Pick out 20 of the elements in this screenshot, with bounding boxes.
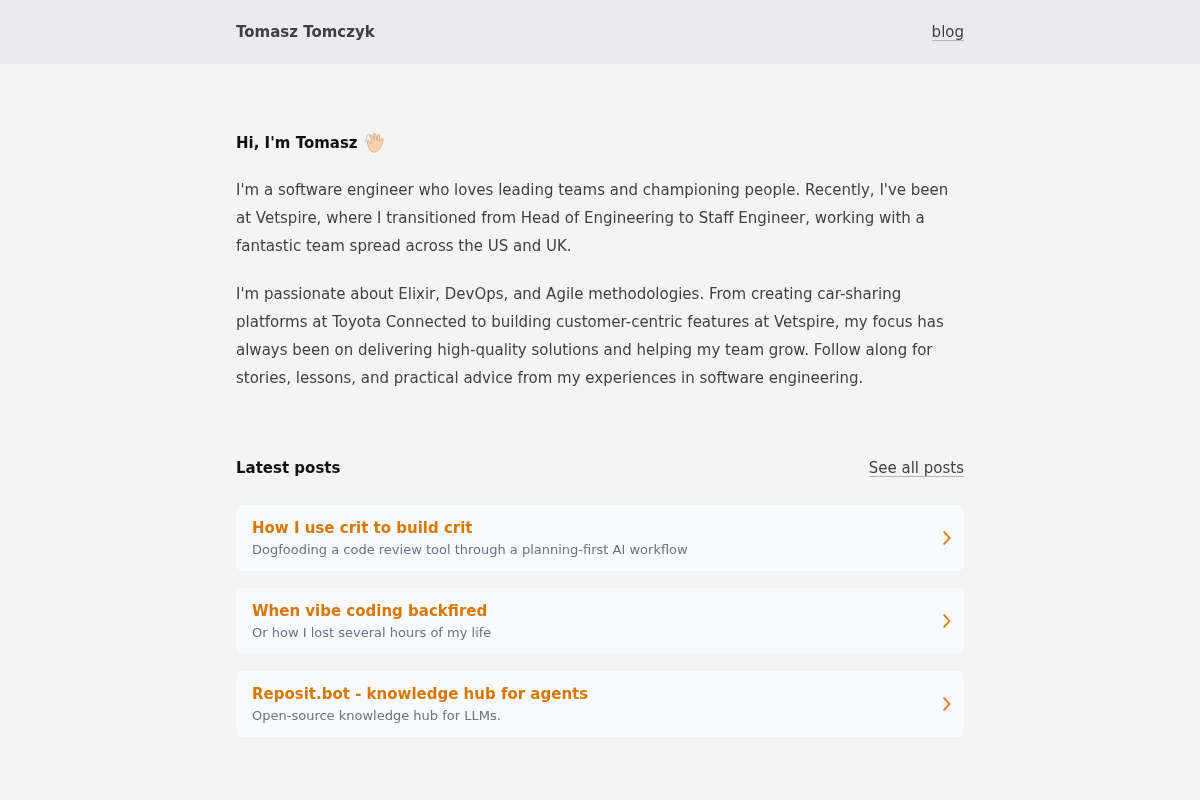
greeting-heading: Hi, I'm Tomasz bbox=[236, 133, 358, 154]
nav-link[interactable]: blog bbox=[931, 23, 964, 41]
post-title: How I use crit to build crit bbox=[252, 518, 473, 539]
intro-paragraph: I'm passionate about Elixir, DevOps, and Agile methodologies. From creating car-sharing platforms at Toyota Connected to building customer-centric features at Vetspire, my focus has always been on delivering high-quality solutions and helping my team grow. Follow along for stories, lessons, and practical advice from my experiences in software engineering. bbox=[236, 284, 945, 389]
chevron-right-icon bbox=[943, 614, 951, 628]
post-summary: Open-source knowledge hub for LLMs. bbox=[252, 707, 501, 725]
post-summary: Dogfooding a code review tool through a planning-first AI workflow bbox=[252, 541, 688, 559]
waving-hand-icon bbox=[363, 132, 386, 154]
intro-paragraph: I'm a software engineer who loves leading teams and championing people. Recently, I've been at Vetspire, where I transitioned from Head of Engineering to Staff Engineer, working with a fantastic team spread across the US and UK. bbox=[236, 180, 950, 257]
site-name-link[interactable]: Tomasz Tomczyk bbox=[236, 23, 375, 41]
post-summary: Or how I lost several hours of my life bbox=[252, 624, 492, 642]
post-title: When vibe coding backfired bbox=[252, 601, 488, 622]
see-all-posts-link[interactable]: See all posts bbox=[868, 459, 964, 477]
post-card[interactable]: When vibe coding backfired Or how I lost several hours of my life bbox=[236, 588, 964, 654]
post-card[interactable]: Reposit.bot - knowledge hub for agents Open-source knowledge hub for LLMs. bbox=[236, 671, 964, 737]
chevron-right-icon bbox=[943, 697, 951, 711]
section-heading: Latest posts bbox=[236, 458, 341, 479]
chevron-right-icon bbox=[943, 531, 951, 545]
post-title: Reposit.bot - knowledge hub for agents bbox=[252, 684, 589, 705]
post-card[interactable]: How I use crit to build crit Dogfooding a code review tool through a planning-first AI workflow bbox=[236, 505, 964, 571]
